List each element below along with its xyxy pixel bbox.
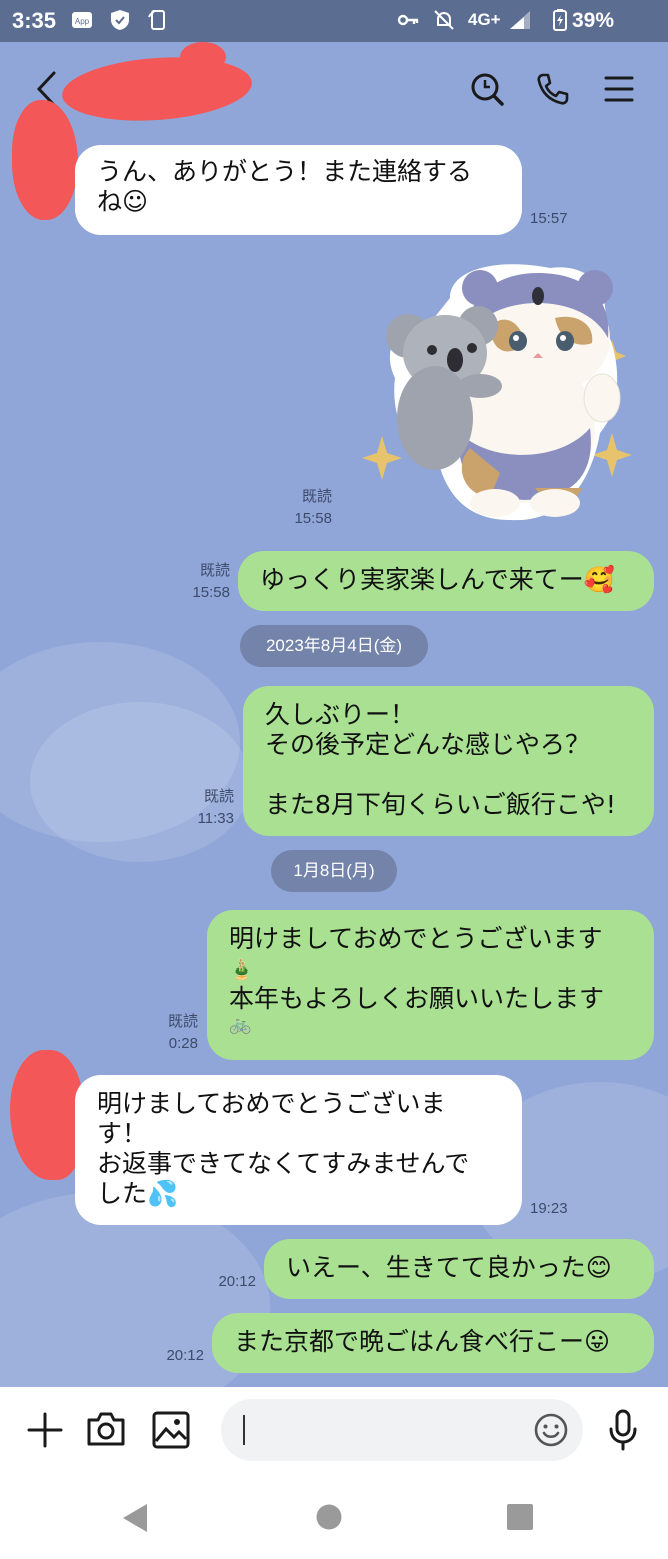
app-notification-icon: App — [72, 12, 92, 28]
message-text: 明けましておめでとうございま — [97, 1089, 446, 1118]
message-text: 🎍 — [229, 957, 254, 981]
status-time: 3:35 — [12, 8, 57, 33]
message-text: した💦 — [97, 1179, 179, 1208]
message-text — [265, 760, 632, 790]
message-bubble-incoming[interactable]: うん、ありがとう！また連絡する ね☺ — [75, 145, 522, 235]
read-receipt: 既読 0:28 — [167, 1013, 198, 1052]
nav-recents-icon[interactable] — [506, 1503, 534, 1531]
message-text: また8月下旬くらいご飯行こや! — [265, 790, 616, 819]
status-bar: 3:35 App 4G+ 39% — [0, 0, 668, 42]
message-bubble-outgoing[interactable]: また京都で晩ごはん食べ行こー😛 — [212, 1313, 654, 1373]
read-receipt: 既読 11:33 — [197, 788, 234, 827]
vpn-key-icon — [397, 14, 419, 26]
redaction-mark — [60, 51, 254, 127]
message-input-bar — [0, 1387, 668, 1477]
message-text: 🚲 — [229, 1014, 252, 1035]
phone-icon[interactable] — [536, 72, 570, 106]
nav-back-icon[interactable] — [121, 1502, 149, 1534]
message-time: 20:12 — [218, 1273, 256, 1290]
message-text: その後予定どんな感じやろ？ — [265, 730, 591, 759]
system-nav-bar — [0, 1477, 668, 1559]
message-time: 20:12 — [166, 1347, 204, 1364]
silent-bell-icon — [434, 10, 454, 30]
avatar[interactable] — [12, 100, 78, 220]
message-bubble-incoming[interactable]: 明けましておめでとうございま す！ お返事できてなくてすみませんで した💦 — [75, 1075, 522, 1225]
message-text: 明けましておめでとうございます — [229, 924, 603, 953]
message-bubble-outgoing[interactable]: いえー、生きてて良かった😊 — [264, 1239, 654, 1299]
message-time: 19:23 — [530, 1200, 568, 1217]
message-bubble-outgoing[interactable]: ゆっくり実家楽しんで来てー🥰 — [238, 551, 654, 611]
message-text: うん、ありがとう！また連絡する — [97, 157, 473, 186]
message-time: 15:57 — [530, 210, 568, 227]
message-bubble-outgoing[interactable]: 久しぶりー！ その後予定どんな感じやろ？ また8月下旬くらいご飯行こや! — [243, 686, 654, 836]
text-cursor — [243, 1415, 245, 1445]
signal-icon — [510, 11, 530, 29]
message-text: お返事できてなくてすみませんで — [97, 1149, 470, 1178]
plus-icon[interactable] — [27, 1412, 63, 1448]
date-separator: 2023年8月4日(金) — [240, 625, 428, 667]
battery-percent: 39% — [572, 9, 615, 32]
message-input[interactable] — [221, 1399, 583, 1461]
mic-icon[interactable] — [608, 1409, 638, 1451]
background-cloud — [30, 702, 250, 862]
message-text: ね☺ — [97, 187, 149, 216]
shield-icon — [111, 10, 129, 30]
image-icon[interactable] — [152, 1411, 190, 1449]
redaction-mark — [180, 42, 226, 72]
message-text: いえー、生きてて良かった😊 — [286, 1253, 612, 1282]
nav-home-icon[interactable] — [315, 1503, 343, 1531]
message-text: 久しぶりー！ — [265, 700, 416, 729]
message-bubble-outgoing[interactable]: 明けましておめでとうございます 🎍 本年もよろしくお願いいたします 🚲 — [207, 910, 654, 1060]
read-receipt: 既読 15:58 — [192, 562, 230, 601]
search-icon[interactable] — [470, 72, 504, 106]
read-receipt: 既読 15:58 — [294, 488, 332, 527]
battery-icon — [553, 9, 567, 31]
sticker-cat-koala[interactable] — [360, 258, 638, 526]
camera-icon[interactable] — [86, 1411, 126, 1447]
message-text: 本年もよろしくお願いいたします — [229, 984, 605, 1013]
date-separator: 1月8日(月) — [271, 850, 397, 892]
menu-icon[interactable] — [604, 74, 634, 104]
emoji-icon[interactable] — [533, 1412, 569, 1448]
message-text: ゆっくり実家楽しんで来てー🥰 — [260, 565, 615, 594]
message-text: また京都で晩ごはん食べ行こー😛 — [234, 1327, 611, 1356]
screen-rotate-icon — [148, 10, 165, 30]
network-type: 4G+ — [468, 10, 501, 29]
message-text: す！ — [97, 1119, 148, 1148]
svg-text:App: App — [75, 17, 90, 26]
chat-header — [0, 42, 668, 138]
